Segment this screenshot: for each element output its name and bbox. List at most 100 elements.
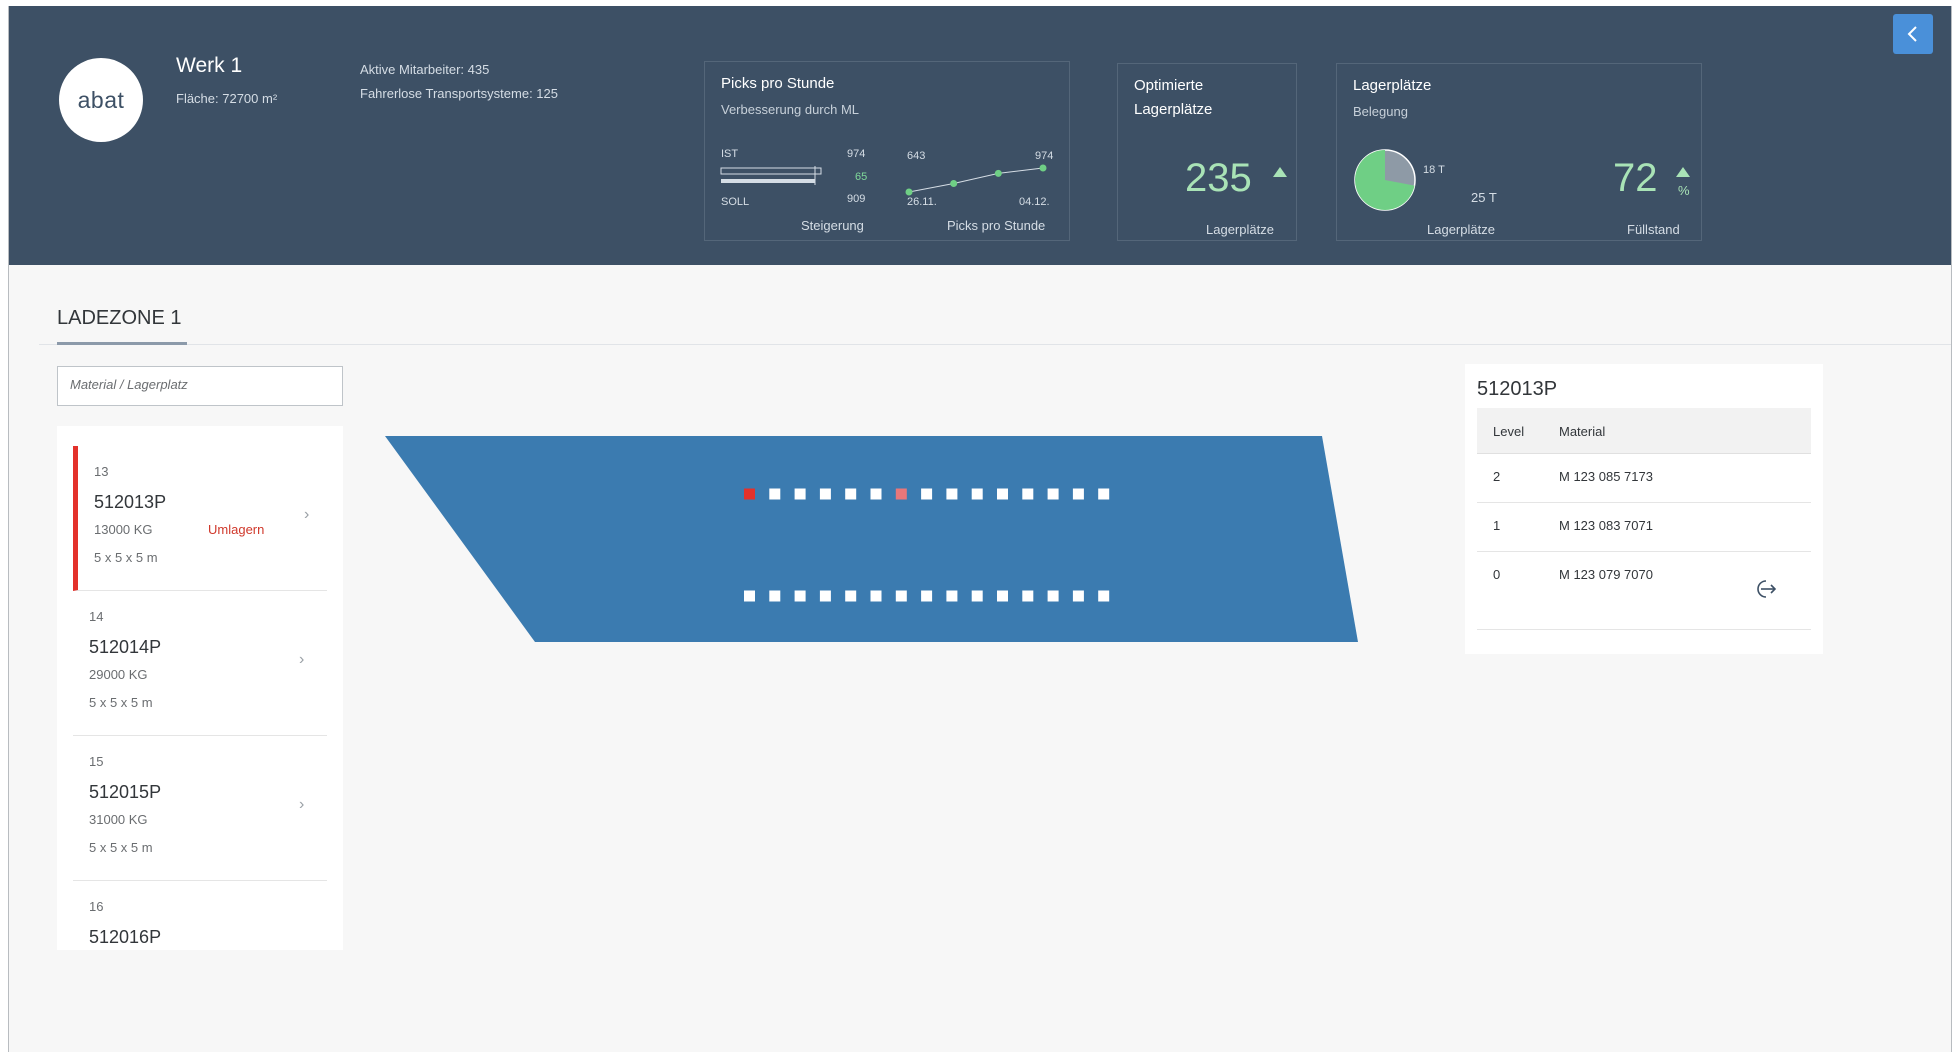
storage-slot[interactable] xyxy=(971,488,983,500)
fill-level-unit: % xyxy=(1678,183,1690,198)
section-title: LADEZONE 1 xyxy=(57,307,182,329)
pie-label-small: 18 T xyxy=(1423,164,1445,176)
table-row[interactable]: 0 M 123 079 7070 xyxy=(1477,552,1811,630)
picks-per-hour-tile[interactable]: Picks pro Stunde Verbesserung durch ML I… xyxy=(704,61,1070,241)
back-button[interactable] xyxy=(1893,14,1933,54)
storage-slot[interactable] xyxy=(819,488,831,500)
item-number: 15 xyxy=(89,754,104,769)
tile-title: Optimierte Lagerplätze xyxy=(1134,77,1213,118)
storage-slot[interactable] xyxy=(744,488,755,500)
logo-text: abat xyxy=(77,86,125,113)
storage-slot[interactable] xyxy=(921,488,933,500)
tile-title: Lagerplätze xyxy=(1353,77,1432,94)
optimized-storage-tile[interactable]: Optimierte Lagerplätze 235 Lagerplätze xyxy=(1117,63,1297,241)
storage-slot[interactable] xyxy=(921,590,933,602)
storage-slot[interactable] xyxy=(1047,488,1059,500)
ist-label: IST xyxy=(721,148,739,160)
item-id: 512015P xyxy=(89,782,162,802)
storage-slot[interactable] xyxy=(794,488,806,500)
chevron-right-icon: › xyxy=(299,651,305,668)
header-bar: abat Werk 1 Fläche: 72700 m² Aktive Mita… xyxy=(9,6,1951,265)
detail-panel: 512013P Level Material 2 M 123 085 7173 … xyxy=(1465,364,1823,654)
ist-value: 974 xyxy=(847,148,866,160)
storage-slot[interactable] xyxy=(997,488,1008,500)
list-item[interactable]: 15 512015P 31000 KG 5 x 5 x 5 m › xyxy=(73,736,327,881)
storage-tile[interactable]: Lagerplätze Belegung 18 T 25 T 72 % Lage… xyxy=(1336,63,1702,241)
sparkline-point xyxy=(1039,164,1047,172)
storage-list[interactable]: 13 512013P 13000 KG Umlagern 5 x 5 x 5 m… xyxy=(57,426,343,950)
detail-table-header: Level Material xyxy=(1477,408,1811,454)
plant-title: Werk 1 xyxy=(176,54,243,77)
relocate-flag: Umlagern xyxy=(208,522,265,537)
tile-subtitle: Belegung xyxy=(1353,104,1408,119)
occupancy-pie-chart xyxy=(1354,149,1416,211)
item-dimensions: 5 x 5 x 5 m xyxy=(94,550,158,565)
item-weight: 31000 KG xyxy=(89,812,148,827)
storage-slot[interactable] xyxy=(1072,488,1084,500)
company-logo: abat xyxy=(59,58,143,142)
storage-slot[interactable] xyxy=(744,590,755,602)
pie-footer: Lagerplätze xyxy=(1427,222,1495,237)
soll-label: SOLL xyxy=(721,196,750,208)
bullet-actual-bar xyxy=(720,167,822,175)
row-level: 1 xyxy=(1493,518,1501,533)
storage-slot[interactable] xyxy=(1022,590,1034,602)
storage-slot[interactable] xyxy=(794,590,806,602)
storage-slot[interactable] xyxy=(769,590,781,602)
bullet-target-bar xyxy=(721,179,815,183)
sparkline-series xyxy=(908,167,1044,193)
storage-slot[interactable] xyxy=(1072,590,1084,602)
plant-area: Fläche: 72700 m² xyxy=(176,91,278,106)
active-employees: Aktive Mitarbeiter: 435 xyxy=(360,62,490,77)
item-number: 16 xyxy=(89,899,104,914)
sparkline-point xyxy=(905,188,913,196)
storage-slot[interactable] xyxy=(769,488,781,500)
column-material: Material xyxy=(1559,424,1606,439)
optimized-value: 235 xyxy=(1185,156,1252,200)
item-number: 14 xyxy=(89,609,104,624)
storage-slot[interactable] xyxy=(946,590,958,602)
storage-slot[interactable] xyxy=(1047,590,1059,602)
storage-slot[interactable] xyxy=(1098,488,1110,500)
storage-slot[interactable] xyxy=(819,590,831,602)
list-item[interactable]: 13 512013P 13000 KG Umlagern 5 x 5 x 5 m… xyxy=(73,446,327,591)
chevron-left-icon xyxy=(1907,26,1917,42)
item-number: 13 xyxy=(94,464,109,479)
row-level: 2 xyxy=(1493,469,1501,484)
table-row[interactable]: 1 M 123 083 7071 xyxy=(1477,503,1811,552)
item-dimensions: 5 x 5 x 5 m xyxy=(89,695,153,710)
search-input[interactable]: Material / Lagerplatz xyxy=(57,366,343,406)
item-id: 512014P xyxy=(89,637,162,657)
fill-level-footer: Füllstand xyxy=(1627,222,1680,237)
loading-zone-map[interactable] xyxy=(385,436,1361,642)
exit-icon[interactable] xyxy=(1753,578,1779,600)
list-item[interactable]: 16 512016P xyxy=(73,881,327,950)
storage-slot[interactable] xyxy=(845,488,857,500)
transport-systems: Fahrerlose Transportsysteme: 125 xyxy=(360,86,558,101)
item-weight: 29000 KG xyxy=(89,667,148,682)
storage-slot[interactable] xyxy=(1098,590,1110,602)
storage-slot[interactable] xyxy=(870,590,882,602)
storage-slot[interactable] xyxy=(870,488,882,500)
storage-slot[interactable] xyxy=(895,488,907,500)
tile-subtitle: Verbesserung durch ML xyxy=(721,102,860,117)
section-divider xyxy=(39,344,1951,345)
bullet-chart xyxy=(720,166,822,185)
section-tab-indicator xyxy=(57,342,187,345)
storage-slot[interactable] xyxy=(1022,488,1034,500)
storage-slot[interactable] xyxy=(997,590,1008,602)
row-material: M 123 085 7173 xyxy=(1559,469,1653,484)
storage-slot[interactable] xyxy=(845,590,857,602)
storage-slot[interactable] xyxy=(895,590,907,602)
sparkline-point xyxy=(950,180,958,188)
increase-footer: Steigerung xyxy=(801,218,864,233)
list-item[interactable]: 14 512014P 29000 KG 5 x 5 x 5 m › xyxy=(73,591,327,736)
table-row[interactable]: 2 M 123 085 7173 xyxy=(1477,454,1811,503)
storage-slot[interactable] xyxy=(971,590,983,602)
optimized-footer: Lagerplätze xyxy=(1206,222,1274,237)
item-dimensions: 5 x 5 x 5 m xyxy=(89,840,153,855)
chevron-right-icon: › xyxy=(304,506,310,523)
zone-area xyxy=(385,436,1358,642)
picks-footer: Picks pro Stunde xyxy=(947,218,1046,233)
storage-slot[interactable] xyxy=(946,488,958,500)
